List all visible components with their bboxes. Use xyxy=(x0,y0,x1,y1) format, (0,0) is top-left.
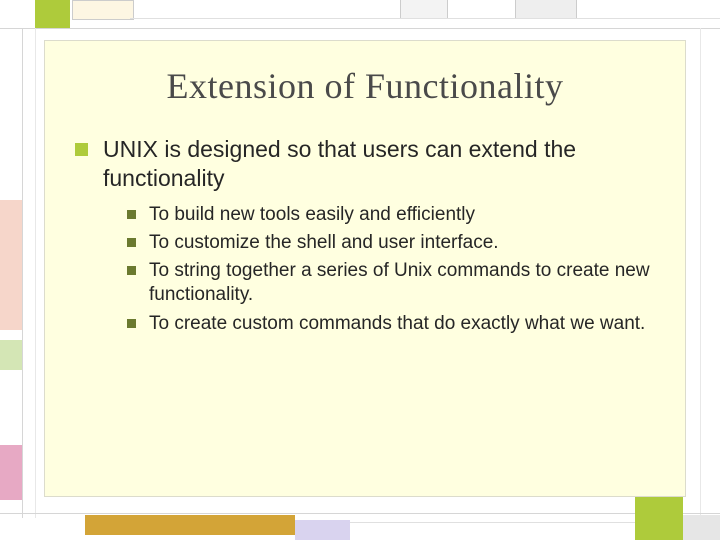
sub-point-text: To build new tools easily and efficientl… xyxy=(149,204,475,225)
deco-block-gray-bottom xyxy=(683,515,720,540)
deco-block-gold-bottom xyxy=(85,515,295,535)
deco-line-top xyxy=(0,28,720,29)
sub-point-text: To create custom commands that do exactl… xyxy=(149,313,645,334)
sub-point-text: To customize the shell and user interfac… xyxy=(149,232,499,253)
deco-block-gray-top-a xyxy=(400,0,448,18)
deco-block-rose-left xyxy=(0,445,22,500)
deco-line-right xyxy=(700,28,701,518)
deco-block-cream-top xyxy=(72,0,134,20)
sub-bullet-list: To build new tools easily and efficientl… xyxy=(103,203,655,337)
list-item: To create custom commands that do exactl… xyxy=(127,312,655,336)
deco-block-pink-left xyxy=(0,200,22,330)
deco-block-green-left xyxy=(0,340,22,370)
deco-block-lavender-bottom xyxy=(295,520,350,540)
deco-line-left xyxy=(22,28,23,518)
slide-content-frame: Extension of Functionality UNIX is desig… xyxy=(44,40,686,497)
deco-line-left-2 xyxy=(35,28,36,518)
main-point-text: UNIX is designed so that users can exten… xyxy=(103,136,576,191)
deco-block-green-bottom xyxy=(635,495,683,540)
deco-block-gray-top-b xyxy=(515,0,577,18)
deco-line-bottom xyxy=(0,513,720,514)
deco-line-bottom-2 xyxy=(340,522,640,523)
list-item: To string together a series of Unix comm… xyxy=(127,259,655,308)
deco-block-green-top xyxy=(35,0,70,28)
list-item: To customize the shell and user interfac… xyxy=(127,231,655,255)
sub-point-text: To string together a series of Unix comm… xyxy=(149,260,650,305)
main-bullet-list: UNIX is designed so that users can exten… xyxy=(45,135,685,336)
slide-title: Extension of Functionality xyxy=(45,65,685,107)
deco-line-top-2 xyxy=(130,18,720,19)
list-item: UNIX is designed so that users can exten… xyxy=(75,135,655,336)
list-item: To build new tools easily and efficientl… xyxy=(127,203,655,227)
